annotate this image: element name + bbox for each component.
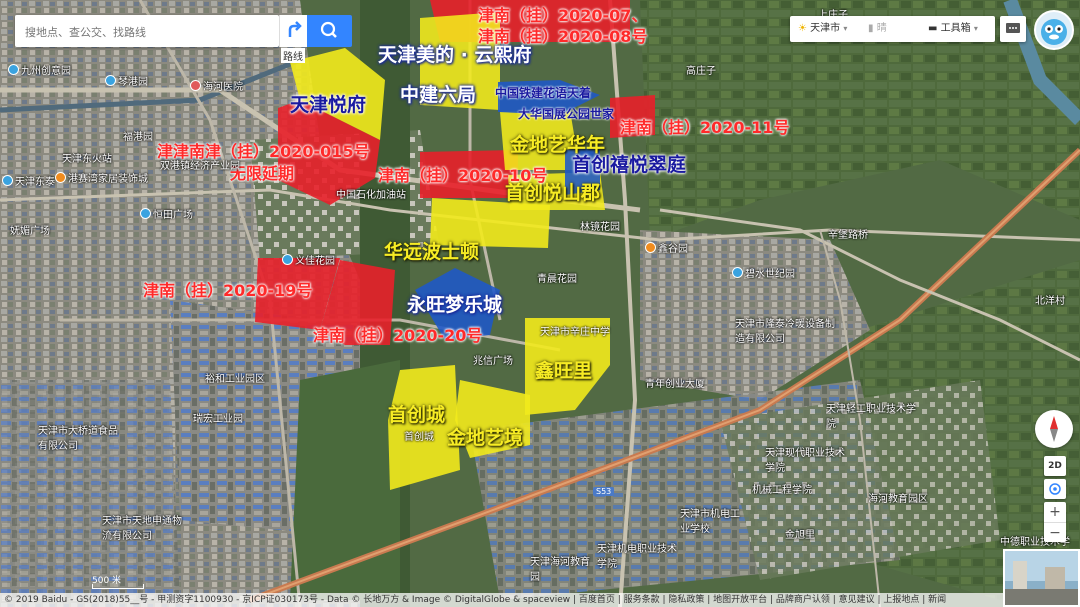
poi-xinhai-lu[interactable]: 辛堡路桥 [828,226,868,241]
poi-beizhuang-cun[interactable]: 北洋村 [1035,292,1065,307]
poi-xinzhuang-zhongxue[interactable]: 天津市辛庄中学 [540,323,610,338]
poi-marker-icon [282,254,293,265]
poi-haihe-jiaoyu[interactable]: 海河教育园区 [868,490,928,505]
poi-jiuzhou-chuangyi[interactable]: 九州创意园 [8,62,71,77]
thermometer-icon: ▮ [868,23,874,34]
poi-ruihong-gongye[interactable]: 瑞宏工业园 [193,410,243,425]
search-box [15,15,279,49]
poi-qingnian-chuangye[interactable]: 青年创业大厦 [645,375,705,390]
label-r-20: 津南（挂）2020-20号 [313,326,483,345]
map-view[interactable]: 天津美的 · 云熙府 中建六局 永旺梦乐城 金地艺华年 首创悦山郡 华远波士顿 … [0,0,1080,607]
poi-gongmin-tinglan[interactable]: 琴港园 [105,73,148,88]
sun-icon: ☀ [798,23,807,34]
chat-icon [1006,23,1020,33]
label-r-08: 津南（挂）2020-08号 [478,27,648,46]
label-yongwang-mengle: 永旺梦乐城 [407,294,503,316]
label-zhongjian-liuju: 中建六局 [400,84,477,106]
locate-icon [1049,483,1061,495]
label-xinwangli: 鑫旺里 [535,360,593,382]
poi-tianjin-jidian-zhiye[interactable]: 天津机电职业技术学院 [597,540,677,570]
mascot-icon [1041,19,1067,45]
poi-tianjin-tiandi[interactable]: 天津市天地申通物流有限公司 [102,512,182,542]
hospital-icon [190,80,201,91]
compass-button[interactable] [1035,410,1073,448]
chevron-down-icon: ▾ [843,24,848,33]
poi-xinhua-yuan[interactable]: 鑫谷园 [645,240,688,255]
poi-marker-icon [140,208,151,219]
scale-bar [92,584,144,589]
street-view-preview [1005,551,1078,605]
copyright-bar: © 2019 Baidu - GS(2018)55__号 - 甲测资字11009… [0,593,1004,607]
poi-jixie-gongcheng[interactable]: 机械工程学院 [752,481,812,496]
poi-henggang-guangchang[interactable]: 恒田广场 [140,206,193,221]
label-zhongguo-tiejian: 中国铁建花语天着 [495,86,592,100]
poi-zhaotan-guangchang[interactable]: 兆信广场 [473,352,513,367]
poi-marker-icon [2,175,13,186]
poi-linjing-huayuan[interactable]: 林镜花园 [580,218,620,233]
label-r-19: 津南（挂）2020-19号 [143,281,313,300]
search-icon [320,21,337,38]
poi-kunding-guangchang[interactable]: 妩媚广场 [10,222,50,237]
road-badge: S53 [593,487,615,496]
top-toolbar: ☀ 天津市 ▾ ▮ 晴 ▬ 工具箱 ▾ [790,16,995,42]
poi-tianjin-longtai[interactable]: 天津市隆泰冷暖设备制造有限公司 [735,315,835,345]
label-shouchuang-cheng: 首创城 [388,404,446,426]
message-button[interactable] [1000,16,1026,42]
poi-shuanggang-jingji[interactable]: 双港镇经济产业园 [160,157,240,172]
poi-jinchen-huayuan[interactable]: 青晨花园 [537,270,577,285]
label-dahua-guozhan: 大华国展公园世家 [518,107,615,121]
toolbox-button[interactable]: ▬ 工具箱 ▾ [928,16,978,42]
poi-biwei-yuan[interactable]: 碧水世纪园 [732,265,795,280]
search-input[interactable] [23,15,267,49]
search-button[interactable] [307,15,352,47]
poi-yijia-yuan[interactable]: 义佳花园 [282,252,335,267]
poi-shouchuang-cheng-small[interactable]: 首创城 [404,428,434,443]
poi-zhuangshi[interactable]: 港赛湾家居装饰城 [55,170,148,185]
poi-jinqi-li[interactable]: 金旭里 [785,526,815,541]
toolbox-icon: ▬ [928,23,938,34]
city-selector[interactable]: ☀ 天津市 ▾ [798,16,847,42]
poi-tianjin-haihe-jiaoyu[interactable]: 天津海河教育园 [530,553,590,583]
zoom-control: + − [1044,502,1066,542]
route-button[interactable] [279,15,308,47]
label-huayuan-boshidun: 华远波士顿 [384,241,480,263]
route-icon [288,21,302,37]
poi-marker-icon [105,75,116,86]
poi-haihe-yiyuan[interactable]: 海河医院 [190,78,243,93]
compass-icon [1050,416,1058,442]
view-2d-button[interactable]: 2D [1044,456,1066,476]
label-tianjin-yuefu: 天津悦府 [290,94,367,116]
poi-daqiaodao[interactable]: 天津市大桥道食品有限公司 [38,422,118,452]
weather-display[interactable]: ▮ 晴 [868,16,887,42]
locate-button[interactable] [1044,479,1066,499]
poi-tianjin-qinggong[interactable]: 天津轻工职业技术学院 [826,400,916,430]
shop-icon [55,172,66,183]
zoom-out-button[interactable]: − [1044,522,1066,543]
label-shouchuang-xiyue: 首创禧悦翠庭 [572,154,687,176]
poi-yuhe-gongye[interactable]: 裕和工业园区 [205,370,265,385]
poi-tianjin-chezhan[interactable]: 天津东火站 [62,150,112,165]
zoom-in-button[interactable]: + [1044,502,1066,522]
poi-tianjin-xiandai[interactable]: 天津现代职业技术学院 [765,444,850,474]
avatar[interactable] [1034,10,1074,50]
poi-fugang-yuan[interactable]: 福港园 [123,128,153,143]
label-jindi-yijing: 金地艺境 [447,427,524,449]
label-r-11: 津南（挂）2020-11号 [620,118,790,137]
poi-zhongguo-shihua[interactable]: 中国石化加油站 [336,186,406,201]
label-r-10: 津南（挂）2020-10号 [378,166,548,185]
route-label: 路线 [281,48,305,63]
street-view-thumbnail[interactable] [1003,549,1080,607]
chevron-down-icon: ▾ [973,24,978,33]
poi-tianjin-dongtai[interactable]: 天津东泰 [2,173,55,188]
poi-tianjin-jidian[interactable]: 天津市机电工业学校 [680,505,740,535]
poi-marker-icon [732,267,743,278]
poi-gaozhuang-zi[interactable]: 高庄子 [686,62,716,77]
poi-marker-icon [645,242,656,253]
poi-marker-icon [8,64,19,75]
